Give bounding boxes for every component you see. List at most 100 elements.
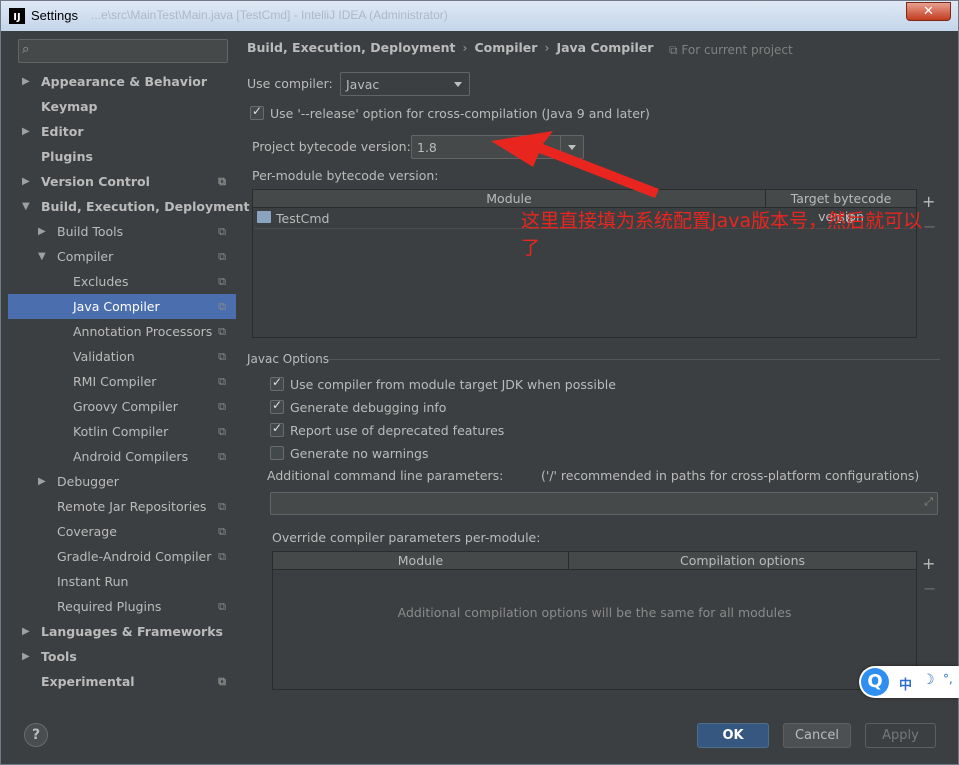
close-button[interactable]: ✕ (906, 2, 951, 21)
ime-toolbar[interactable]: Q 中 ☽ °, (859, 666, 959, 698)
sidebar-item-label: Keymap (41, 99, 98, 114)
sidebar-item-label: Build, Execution, Deployment (41, 199, 250, 214)
expand-icon[interactable]: ⤢ (924, 495, 933, 509)
check-icon: ✓ (272, 375, 283, 389)
window-ghost-title: ...e\src\MainTest\Main.java [TestCmd] - … (91, 8, 448, 22)
additional-params-hint: ('/' recommended in paths for cross-plat… (541, 468, 920, 483)
sidebar-item-build-execution-deployment[interactable]: ▼ Build, Execution, Deployment (8, 194, 249, 219)
sidebar-item-label: Java Compiler (73, 299, 160, 314)
sidebar-item-label: Compiler (57, 249, 114, 264)
sidebar-item-label: Experimental (41, 674, 135, 689)
annotation-arrow-icon (491, 131, 659, 198)
checkbox-debugging-info[interactable]: ✓ (270, 398, 284, 414)
sidebar-item-validation[interactable]: Validation ⧉ (8, 344, 236, 369)
additional-params-input[interactable]: ⤢ (270, 492, 938, 515)
sidebar-item-label: Remote Jar Repositories (57, 499, 207, 514)
settings-search-input[interactable]: ⌕ (18, 39, 228, 63)
sidebar-item-version-control[interactable]: ▶ Version Control ⧉ (8, 169, 236, 194)
sidebar-item-gradle-android-compiler[interactable]: Gradle-Android Compiler ⧉ (8, 544, 236, 569)
apply-button[interactable]: Apply (865, 723, 936, 748)
copy-icon: ⧉ (218, 350, 226, 363)
column-header-target-version[interactable]: Target bytecode version (765, 190, 916, 224)
sidebar-item-label: Tools (41, 649, 77, 664)
add-icon[interactable]: + (922, 554, 935, 573)
chevron-down-icon[interactable]: ▼ (38, 244, 46, 269)
chevron-right-icon[interactable]: ▶ (38, 219, 46, 244)
sidebar-item-remote-jar-repositories[interactable]: Remote Jar Repositories ⧉ (8, 494, 236, 519)
sidebar-item-coverage[interactable]: Coverage ⧉ (8, 519, 236, 544)
sidebar-item-experimental[interactable]: Experimental ⧉ (8, 669, 236, 694)
sidebar-item-kotlin-compiler[interactable]: Kotlin Compiler ⧉ (8, 419, 236, 444)
ime-logo-icon: Q (861, 668, 889, 696)
chevron-right-icon[interactable]: ▶ (22, 69, 30, 94)
override-params-table: Module Compilation options Additional co… (272, 551, 917, 690)
punctuation-icon[interactable]: °, (943, 672, 953, 686)
copy-icon: ⧉ (218, 500, 226, 513)
chevron-right-icon[interactable]: ▶ (22, 619, 30, 644)
settings-window: IJ Settings ...e\src\MainTest\Main.java … (0, 0, 959, 765)
settings-tree: ▶ Appearance & Behavior Keymap ▶ Editor Plugi… (8, 69, 249, 694)
checkbox-use-module-jdk[interactable]: ✓ (270, 375, 284, 391)
sidebar-item-android-compilers[interactable]: Android Compilers ⧉ (8, 444, 236, 469)
sidebar-item-label: Build Tools (57, 224, 124, 239)
sidebar-item-tools[interactable]: ▶ Tools (8, 644, 236, 669)
sidebar-item-appearance-behavior[interactable]: ▶ Appearance & Behavior (8, 69, 236, 94)
empty-table-text: Additional compilation options will be t… (397, 605, 792, 620)
column-header-module[interactable]: Module (273, 552, 568, 570)
copy-icon: ⧉ (218, 275, 226, 288)
sidebar-item-editor[interactable]: ▶ Editor (8, 119, 236, 144)
no-warnings-label: Generate no warnings (290, 446, 429, 461)
override-params-label: Override compiler parameters per-module: (272, 530, 541, 545)
check-icon: ✓ (272, 421, 283, 435)
use-compiler-dropdown[interactable]: Javac (340, 72, 470, 96)
breadcrumb-build: Build, Execution, Deployment (247, 40, 456, 55)
sidebar-item-label: Annotation Processors (73, 324, 213, 339)
remove-icon: − (923, 579, 937, 598)
cancel-button[interactable]: Cancel (783, 723, 851, 748)
chevron-right-icon[interactable]: ▶ (22, 169, 30, 194)
checkbox-deprecated[interactable]: ✓ (270, 421, 284, 437)
chevron-right-icon[interactable]: ▶ (22, 644, 30, 669)
copy-icon: ⧉ (218, 550, 226, 563)
for-current-project-label: ⧉ For current project (669, 43, 793, 57)
per-module-bytecode-label: Per-module bytecode version: (252, 168, 439, 183)
release-option-checkbox[interactable]: ✓ (250, 104, 264, 120)
sidebar-item-build-tools[interactable]: ▶ Build Tools ⧉ (8, 219, 236, 244)
sidebar-item-label: Coverage (57, 524, 117, 539)
sidebar-item-plugins[interactable]: Plugins (8, 144, 236, 169)
sidebar-item-keymap[interactable]: Keymap (8, 94, 236, 119)
copy-icon: ⧉ (218, 425, 226, 438)
sidebar-item-java-compiler[interactable]: Java Compiler ⧉ (8, 294, 236, 319)
copy-icon: ⧉ (218, 600, 226, 613)
sidebar-item-label: Validation (73, 349, 135, 364)
close-icon: ✕ (923, 4, 934, 19)
column-header-compilation-options[interactable]: Compilation options (568, 552, 916, 570)
additional-params-label: Additional command line parameters: (267, 468, 504, 483)
copy-icon: ⧉ (218, 450, 226, 463)
sidebar-item-instant-run[interactable]: Instant Run (8, 569, 236, 594)
sidebar-item-debugger[interactable]: ▶ Debugger (8, 469, 236, 494)
window-title: Settings (31, 8, 78, 23)
help-button[interactable]: ? (24, 723, 48, 747)
sidebar-item-label: Debugger (57, 474, 119, 489)
breadcrumb-compiler: Compiler (474, 40, 538, 55)
chevron-right-icon[interactable]: ▶ (38, 469, 46, 494)
chevron-down-icon[interactable]: ▼ (22, 194, 30, 219)
sidebar-item-groovy-compiler[interactable]: Groovy Compiler ⧉ (8, 394, 236, 419)
sidebar-item-rmi-compiler[interactable]: RMI Compiler ⧉ (8, 369, 236, 394)
ime-mode-label[interactable]: 中 (899, 674, 912, 693)
sidebar-item-excludes[interactable]: Excludes ⧉ (8, 269, 236, 294)
copy-icon: ⧉ (669, 43, 682, 57)
sidebar-item-annotation-processors[interactable]: Annotation Processors ⧉ (8, 319, 236, 344)
ok-button[interactable]: OK (697, 723, 769, 748)
sidebar-item-languages-frameworks[interactable]: ▶ Languages & Frameworks (8, 619, 236, 644)
chevron-right-icon[interactable]: ▶ (22, 119, 30, 144)
checkbox-no-warnings[interactable] (270, 446, 284, 460)
copy-icon: ⧉ (218, 375, 226, 388)
sidebar-item-compiler[interactable]: ▼ Compiler ⧉ (8, 244, 236, 269)
copy-icon: ⧉ (218, 225, 226, 238)
moon-icon[interactable]: ☽ (922, 672, 935, 688)
sidebar-item-required-plugins[interactable]: Required Plugins ⧉ (8, 594, 236, 619)
copy-icon: ⧉ (218, 325, 226, 338)
copy-icon: ⧉ (218, 175, 226, 188)
